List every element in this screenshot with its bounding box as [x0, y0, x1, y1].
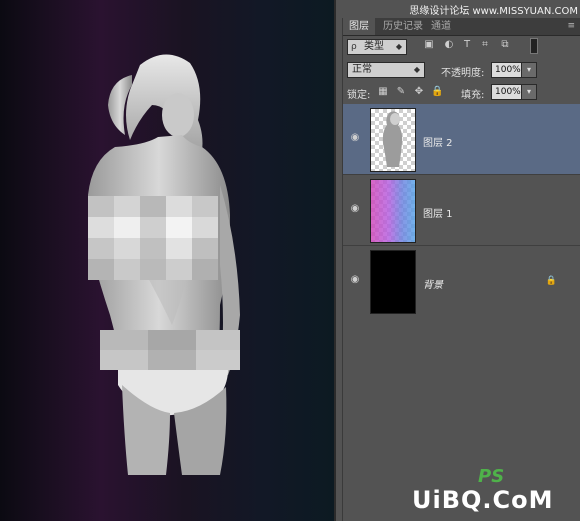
document-canvas[interactable] [0, 0, 336, 521]
image-filter-icon[interactable]: ▣ [423, 39, 435, 51]
fill-dropdown-icon[interactable]: ▾ [521, 84, 537, 100]
fill-label: 填充: [461, 90, 485, 101]
brush-icon[interactable]: ✎ [395, 86, 407, 98]
chevron-down-icon: ◆ [413, 65, 420, 74]
blend-mode-select[interactable]: 正常 ◆ [347, 62, 425, 78]
layer-name[interactable]: 图层 1 [423, 205, 453, 220]
layer-name[interactable]: 图层 2 [423, 134, 453, 149]
fill-input[interactable]: 100% [491, 84, 523, 100]
model-thumbnail [382, 111, 403, 167]
lock-transparent-icon[interactable]: ▦ [377, 86, 389, 98]
lock-icon[interactable]: 🔒 [431, 86, 443, 98]
panel-menu-icon[interactable]: ≡ [567, 21, 575, 31]
panel-tab-bar: 图层 历史记录 通道 ≡ [343, 18, 580, 36]
mosaic-chest [88, 196, 218, 280]
opacity-input[interactable]: 100% [491, 62, 523, 78]
canvas-edge [334, 0, 336, 521]
watermark-top: 思缘设计论坛 www.MISSYUAN.COM [409, 6, 578, 17]
filter-kind-label: 类型 [364, 41, 384, 52]
filter-kind-select[interactable]: ρ 类型 ◆ [347, 39, 407, 55]
layer-row-background[interactable]: ◉ 背景 🔒 [343, 246, 580, 316]
opacity-label: 不透明度: [441, 68, 485, 79]
mosaic-hips [100, 330, 240, 370]
search-icon: ρ [351, 42, 357, 52]
blend-opacity-row: 正常 ◆ 不透明度: 100% ▾ [343, 60, 580, 82]
tab-channels[interactable]: 通道 [425, 18, 457, 35]
watermark-site: UiBQ.CoM [412, 486, 554, 514]
blend-mode-value: 正常 [352, 64, 372, 75]
layers-panel: 图层 历史记录 通道 ≡ ρ 类型 ◆ ▣ ◐ T ⌗ ⧉ 正常 ◆ 不透明度:… [342, 18, 580, 521]
tab-history[interactable]: 历史记录 [377, 18, 429, 35]
layer-thumbnail [370, 250, 416, 314]
lock-label: 锁定: [347, 90, 371, 101]
chevron-down-icon: ◆ [395, 42, 402, 51]
filter-toggle-switch[interactable] [530, 38, 538, 54]
lock-icon: 🔒 [545, 276, 557, 286]
layer-row-1[interactable]: ◉ 图层 1 [343, 175, 580, 246]
move-icon[interactable]: ✥ [413, 86, 425, 98]
opacity-dropdown-icon[interactable]: ▾ [521, 62, 537, 78]
watermark-ps: PS [478, 466, 505, 487]
smart-object-filter-icon[interactable]: ⧉ [499, 39, 511, 51]
layer-row-2[interactable]: ◉ 图层 2 [343, 104, 580, 175]
eye-icon[interactable]: ◉ [349, 132, 361, 144]
layer-thumbnail [370, 108, 416, 172]
tab-layers[interactable]: 图层 [343, 18, 375, 35]
eye-icon[interactable]: ◉ [349, 203, 361, 215]
shape-filter-icon[interactable]: ⌗ [479, 39, 491, 51]
layer-name[interactable]: 背景 [423, 276, 443, 291]
eye-icon[interactable]: ◉ [349, 274, 361, 286]
layer-thumbnail [370, 179, 416, 243]
text-filter-icon[interactable]: T [461, 39, 473, 51]
adjustment-filter-icon[interactable]: ◐ [443, 39, 455, 51]
